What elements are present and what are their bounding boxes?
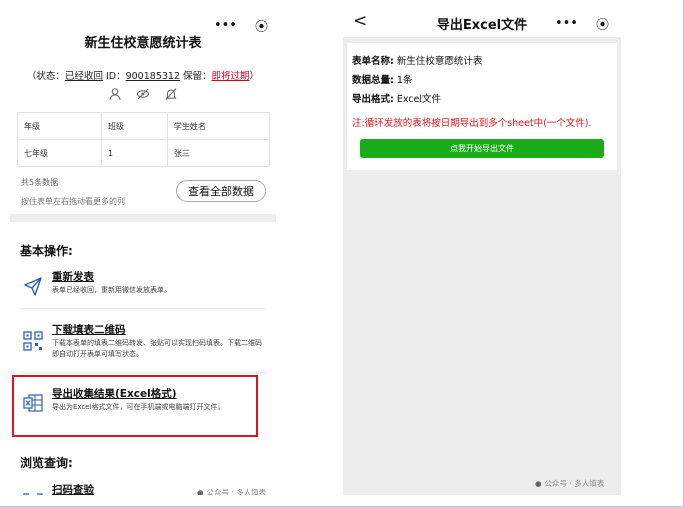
export-note: 注:循环发放的表将按日期导出到多个sheet中(一个文件). — [352, 118, 592, 129]
right-phone-screen: < 导出Excel文件 ••• ⦿ 表单名称: 新生住校意愿统计表 数据总量: … — [343, 8, 621, 495]
more-menu-icon[interactable]: ••• — [214, 18, 237, 33]
bell-off-icon[interactable] — [164, 87, 178, 101]
start-export-button[interactable]: 点我开始导出文件 — [360, 139, 604, 158]
form-summary-card: ••• ⦿ 新生住校意愿统计表 （状态：已经收回 ID：900185312 保留… — [10, 8, 276, 214]
left-phone-screen: ••• ⦿ 新生住校意愿统计表 （状态：已经收回 ID：900185312 保留… — [10, 8, 276, 495]
table-cell: 张三 — [166, 139, 271, 167]
republish-title[interactable]: 重新发表 — [52, 269, 94, 284]
watermark: ● 公众号 · 多人填表 — [197, 487, 266, 495]
form-name-label: 表单名称: — [352, 56, 394, 67]
section-basic-operations: 基本操作: — [20, 244, 73, 258]
form-name-row: 表单名称: 新生住校意愿统计表 — [352, 53, 482, 67]
form-status-line: （状态：已经收回 ID：900185312 保留：即将过期） — [10, 68, 276, 82]
form-action-icons — [10, 87, 276, 101]
view-all-data-button[interactable]: 查看全部数据 — [176, 180, 266, 202]
export-info-card: 表单名称: 新生住校意愿统计表 数据总量: 1条 导出格式: Excel文件 注… — [347, 43, 617, 170]
status-open-paren: （状态： — [26, 71, 65, 82]
data-preview-table: 年级 班级 学生姓名 七年级 1 张三 — [17, 112, 271, 167]
total-label: 数据总量: — [352, 75, 394, 86]
close-mini-program-icon[interactable]: ⦿ — [596, 14, 609, 33]
download-qr-description: 下载本表单的填表二维码转发、张贴可以实现扫码填表。下载二维码即自动打开表单可填写… — [52, 339, 262, 358]
form-name-value: 新生住校意愿统计表 — [396, 56, 483, 67]
send-icon — [24, 277, 42, 296]
watermark-text: 公众号 · 多人填表 — [544, 479, 605, 488]
format-value: Excel文件 — [396, 94, 442, 105]
wechat-icon: ● — [197, 488, 204, 495]
expiry-link[interactable]: 即将过期 — [212, 71, 250, 82]
table-row: 七年级 1 张三 — [17, 139, 271, 167]
download-qr-item[interactable]: 下载填表二维码 下载本表单的填表二维码转发、张贴可以实现扫码填表。下载二维码即自… — [20, 322, 266, 368]
divider — [20, 372, 266, 373]
mini-program-capsule: ••• ⦿ — [555, 14, 609, 33]
column-header: 学生姓名 — [166, 112, 271, 140]
table-cell: 1 — [101, 139, 168, 167]
section-browse-query: 浏览查询: — [20, 456, 73, 470]
screenshot-frame: ••• ⦿ 新生住校意愿统计表 （状态：已经收回 ID：900185312 保留… — [0, 0, 684, 507]
total-row: 数据总量: 1条 — [352, 72, 412, 86]
column-header: 年级 — [17, 112, 102, 140]
status-state-link[interactable]: 已经收回 — [65, 71, 103, 82]
scan-icon — [23, 493, 43, 495]
wechat-icon: ● — [535, 479, 542, 488]
status-close-paren: ） — [249, 71, 260, 82]
highlight-box — [12, 375, 258, 437]
form-title: 新生住校意愿统计表 — [84, 36, 202, 51]
republish-item[interactable]: 重新发表 表单已经收回，重新用微信发放表单。 — [20, 269, 266, 309]
watermark-text: 公众号 · 多人填表 — [206, 488, 267, 495]
watermark: ● 公众号 · 多人填表 — [535, 478, 604, 489]
qr-code-icon — [23, 331, 43, 351]
table-header-row: 年级 班级 学生姓名 — [17, 112, 271, 140]
format-label: 导出格式: — [352, 94, 394, 105]
operations-card: 基本操作: 重新发表 表单已经收回，重新用微信发放表单。 下载填表二维码 下载本… — [10, 222, 276, 495]
status-keep-label: 保留： — [180, 71, 212, 82]
scan-verify-title[interactable]: 扫码查验 — [52, 482, 94, 495]
total-value: 1条 — [396, 75, 413, 86]
table-cell: 七年级 — [17, 139, 102, 167]
download-qr-title[interactable]: 下载填表二维码 — [52, 322, 126, 337]
format-row: 导出格式: Excel文件 — [352, 91, 441, 105]
record-count: 共5条数据 — [21, 178, 59, 187]
form-id-link[interactable]: 900185312 — [126, 71, 180, 82]
divider — [20, 308, 266, 309]
more-menu-icon[interactable]: ••• — [555, 16, 578, 31]
hidden-eye-icon[interactable] — [136, 87, 150, 101]
republish-description: 表单已经收回，重新用微信发放表单。 — [52, 286, 171, 294]
status-id-label: ID： — [102, 71, 126, 82]
title-bar: < 导出Excel文件 ••• ⦿ — [343, 8, 621, 37]
user-icon[interactable] — [108, 87, 122, 101]
scroll-hint: 按住表单左右拖动看更多的列 — [21, 197, 125, 206]
column-header: 班级 — [101, 112, 168, 140]
